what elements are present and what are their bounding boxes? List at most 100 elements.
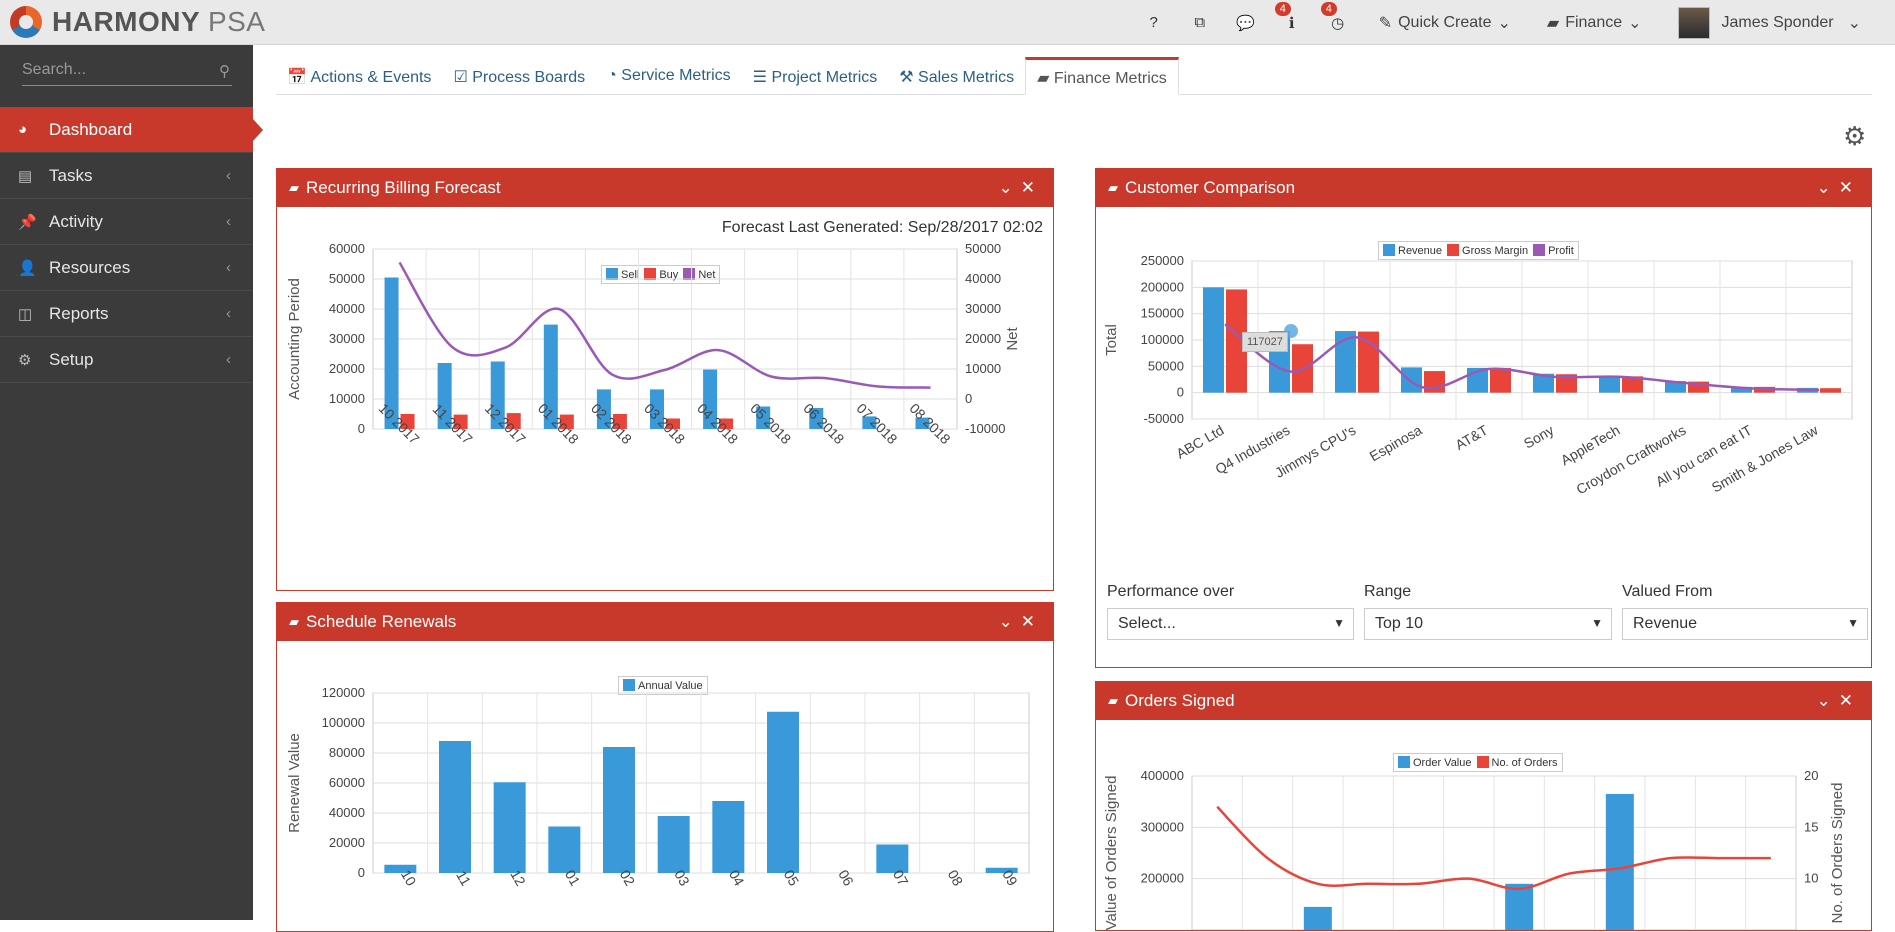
- close-icon[interactable]: ✕: [1839, 691, 1861, 710]
- y-tick-label: 120000: [322, 685, 365, 700]
- app-name: HARMONY PSA: [52, 6, 266, 37]
- x-tick-label: 04 2018: [694, 400, 741, 447]
- sidebar-item-dashboard[interactable]: ◕ Dashboard: [0, 107, 263, 153]
- x-tick-label: 05 2018: [747, 400, 794, 447]
- close-icon[interactable]: ✕: [1021, 612, 1043, 631]
- user-menu[interactable]: James Sponder ⌄: [1677, 6, 1861, 39]
- tasks-icon: ▤: [18, 167, 33, 185]
- y2-tick-label: 10000: [965, 361, 1001, 376]
- schedule-renewals-panel: ▰ Schedule Renewals ⌄✕ Annual Value 0 20000…: [276, 602, 1054, 932]
- x-tick-label: 01 2018: [535, 400, 582, 447]
- x-tick-label: 06: [835, 867, 857, 889]
- sidebar-item-activity[interactable]: 📌 Activity ‹: [0, 199, 253, 245]
- bar-annual-value: [439, 741, 471, 873]
- x-tick-label: Croydon Craftworks: [1573, 422, 1688, 498]
- bar-revenue: [1599, 375, 1620, 393]
- sidebar-item-reports[interactable]: ◫ Reports ‹: [0, 291, 253, 337]
- y-tick-label: -50000: [1144, 411, 1184, 426]
- close-icon[interactable]: ✕: [1021, 178, 1043, 197]
- quick-create-label: Quick Create: [1398, 13, 1492, 31]
- performance-over-select[interactable]: Select... ▼: [1107, 608, 1354, 640]
- sidebar-item-setup[interactable]: ⚙ Setup ‹: [0, 337, 253, 383]
- x-tick-label: 08: [945, 867, 967, 889]
- bar-annual-value: [493, 782, 526, 873]
- panel-header: ▰ Recurring Billing Forecast ⌄✕: [277, 169, 1053, 207]
- copy-icon[interactable]: ⧉: [1177, 14, 1223, 31]
- y-tick-label: 50000: [329, 271, 365, 286]
- collapse-icon[interactable]: ⌄: [999, 612, 1021, 631]
- chevron-left-icon: ‹: [226, 305, 231, 322]
- tab-project-metrics[interactable]: ☰ Project Metrics: [742, 57, 889, 95]
- y2-tick-label: 0: [965, 391, 972, 406]
- panel-header: ▰ Schedule Renewals ⌄✕: [277, 603, 1053, 641]
- y-axis-label: Renewal Value: [286, 733, 303, 833]
- bar-annual-value: [603, 747, 635, 873]
- orders-signed-chart: 200000 300000 400000 10 15 20 Value of Orders …: [1103, 768, 1846, 930]
- sidebar-item-tasks[interactable]: ▤ Tasks ‹: [0, 153, 253, 199]
- quick-create-menu[interactable]: ✎ Quick Create ⌄: [1379, 13, 1511, 33]
- x-tick-label: 06 2018: [800, 400, 847, 447]
- x-tick-label: Sony: [1521, 422, 1557, 452]
- customer-comparison-chart: -50000 0 50000 100000 150000 200000 250000 Tota…: [1103, 253, 1853, 498]
- x-tick-label: 03 2018: [641, 400, 688, 447]
- pin-icon: 📌: [18, 213, 37, 231]
- bar-gross-margin: [1490, 367, 1511, 393]
- gauge-icon: ◔: [607, 67, 617, 84]
- y-tick-label: 20000: [329, 835, 365, 850]
- dashboard-icon: ◕: [18, 121, 28, 138]
- y2-axis-label: Net: [1004, 326, 1021, 350]
- tab-service-metrics[interactable]: ◔ Service Metrics: [596, 57, 741, 95]
- info-notifications-icon[interactable]: ℹ4: [1269, 1, 1315, 32]
- y-tick-label: 150000: [1141, 306, 1184, 321]
- clock-notifications-icon[interactable]: ◷ 4: [1315, 1, 1361, 32]
- range-label: Range: [1364, 583, 1412, 600]
- collapse-icon[interactable]: ⌄: [1817, 178, 1839, 197]
- tab-finance-metrics[interactable]: ▰ Finance Metrics: [1025, 57, 1179, 95]
- collapse-icon[interactable]: ⌄: [999, 178, 1021, 197]
- checkbox-icon: ☑: [453, 69, 468, 86]
- dashboard-settings-icon[interactable]: ⚙: [1843, 121, 1866, 152]
- y-axis-label: Total: [1103, 324, 1120, 356]
- chevron-left-icon: ‹: [226, 167, 231, 184]
- valued-from-select[interactable]: Revenue ▼: [1622, 608, 1868, 640]
- x-tick-label: 12 2017: [482, 400, 529, 447]
- y2-tick-label: 50000: [965, 241, 1001, 256]
- search-icon: ⚲: [219, 63, 230, 80]
- orders-signed-panel: ▰ Orders Signed ⌄✕ Order Value No. of Orde…: [1095, 681, 1872, 931]
- chat-icon[interactable]: 💬: [1223, 14, 1269, 32]
- sidebar-item-resources[interactable]: 👤 Resources ‹: [0, 245, 253, 291]
- y2-tick-label: 15: [1804, 819, 1818, 834]
- x-tick-label: ABC Ltd: [1173, 422, 1226, 462]
- y-tick-label: 0: [358, 421, 365, 436]
- help-icon[interactable]: ?: [1131, 14, 1177, 31]
- y-tick-label: 0: [358, 865, 365, 880]
- chevron-down-icon: ⌄: [1497, 14, 1511, 32]
- chevron-down-icon: ⌄: [1847, 14, 1861, 32]
- tab-actions-events[interactable]: 📅 Actions & Events: [276, 57, 442, 95]
- y-tick-label: 30000: [329, 331, 365, 346]
- y2-axis-label: No. of Orders Signed: [1829, 783, 1846, 924]
- app-logo[interactable]: HARMONY PSA: [10, 6, 265, 38]
- topbar-actions: ? ⧉ 💬 ℹ4 ◷ 4 ✎ Quick Create ⌄ ▰ Finance ⌄ Jam…: [1131, 0, 1895, 45]
- tab-sales-metrics[interactable]: ⚒ Sales Metrics: [888, 57, 1025, 95]
- close-icon[interactable]: ✕: [1839, 178, 1861, 197]
- y-tick-label: 200000: [1141, 871, 1184, 886]
- tab-process-boards[interactable]: ☑ Process Boards: [442, 57, 596, 95]
- y-tick-label: 300000: [1141, 819, 1184, 834]
- y-tick-label: 200000: [1141, 279, 1184, 294]
- sidebar-item-label: Resources: [49, 257, 131, 277]
- performance-over-label: Performance over: [1107, 583, 1235, 600]
- y-tick-label: 0: [1177, 385, 1184, 400]
- info-badge: 4: [1274, 1, 1291, 16]
- search-input[interactable]: Search... ⚲: [22, 58, 232, 86]
- collapse-icon[interactable]: ⌄: [1817, 691, 1839, 710]
- range-select[interactable]: Top 10 ▼: [1364, 608, 1612, 640]
- caret-down-icon: ▼: [1847, 616, 1859, 630]
- bar-revenue: [1401, 367, 1422, 393]
- bar-gross-margin: [1424, 371, 1445, 393]
- y-tick-label: 400000: [1141, 768, 1184, 783]
- y-tick-label: 50000: [1148, 358, 1184, 373]
- avatar: [1677, 6, 1710, 39]
- y-tick-label: 60000: [329, 241, 365, 256]
- finance-menu[interactable]: ▰ Finance ⌄: [1547, 13, 1642, 33]
